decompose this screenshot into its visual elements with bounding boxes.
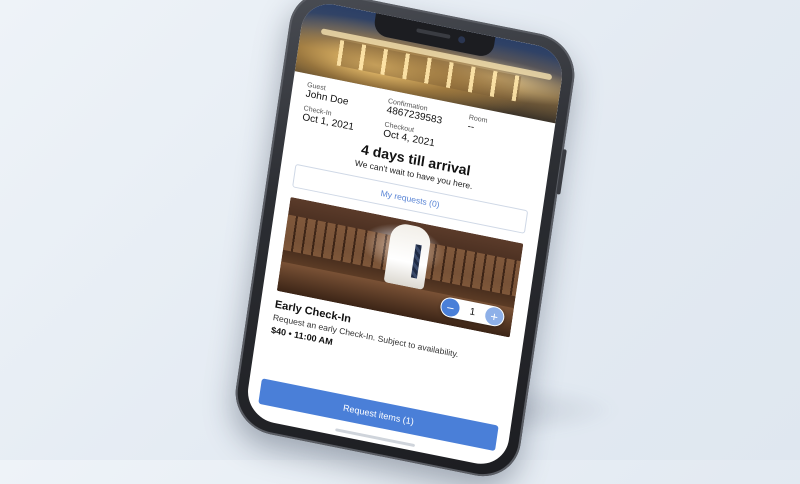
increase-quantity-button[interactable]: +: [484, 305, 505, 327]
mockup-stage: Guest John Doe Confirmation 4867239583 R…: [0, 0, 800, 484]
speaker-grille: [416, 28, 451, 39]
quantity-value: 1: [468, 305, 476, 318]
image-concierge: [383, 221, 433, 290]
request-items-button[interactable]: Request items (1): [258, 378, 499, 452]
front-camera: [457, 35, 466, 44]
decrease-quantity-button[interactable]: −: [440, 296, 461, 319]
